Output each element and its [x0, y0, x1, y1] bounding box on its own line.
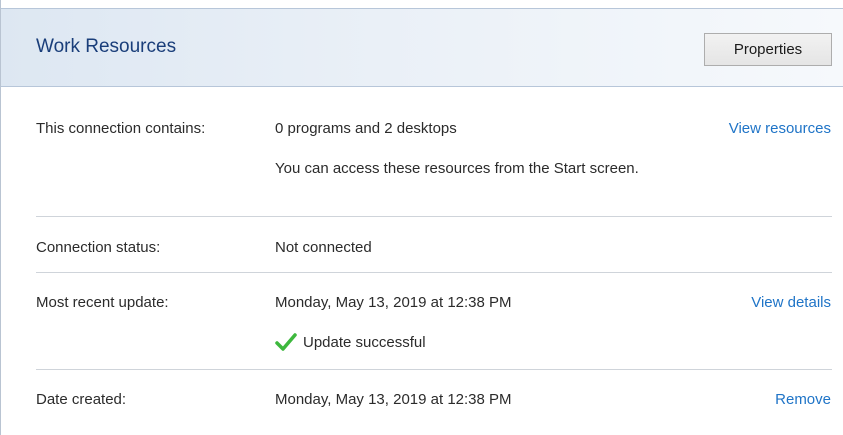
page-title: Work Resources [36, 36, 177, 57]
divider [36, 369, 832, 370]
update-result: Update successful [303, 334, 426, 351]
divider [36, 216, 832, 217]
header-bar: Work Resources Properties [1, 8, 843, 87]
contains-value: 0 programs and 2 desktops [275, 120, 457, 137]
view-details-link[interactable]: View details [751, 294, 831, 311]
checkmark-icon [275, 333, 297, 351]
contains-label: This connection contains: [36, 120, 206, 137]
created-label: Date created: [36, 391, 127, 408]
update-value: Monday, May 13, 2019 at 12:38 PM [275, 294, 512, 311]
status-label: Connection status: [36, 239, 161, 256]
remove-link[interactable]: Remove [775, 391, 831, 408]
divider [36, 272, 832, 273]
created-value: Monday, May 13, 2019 at 12:38 PM [275, 391, 512, 408]
contains-note: You can access these resources from the … [275, 160, 639, 177]
status-value: Not connected [275, 239, 372, 256]
update-label: Most recent update: [36, 294, 169, 311]
connection-details-window: Work Resources Properties This connectio… [0, 0, 843, 435]
view-resources-link[interactable]: View resources [729, 120, 831, 137]
properties-button[interactable]: Properties [704, 33, 832, 66]
